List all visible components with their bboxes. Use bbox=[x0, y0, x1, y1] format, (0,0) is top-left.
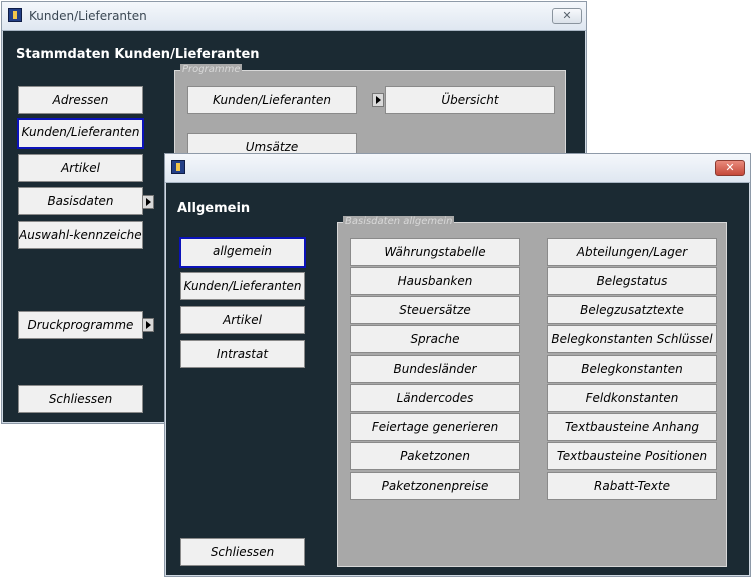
title-bar[interactable]: Kunden/Lieferanten ✕ bbox=[2, 2, 586, 31]
schliessen-button[interactable]: Schliessen bbox=[180, 538, 305, 566]
adressen-button[interactable]: Adressen bbox=[18, 86, 143, 114]
belegzusatztexte-button[interactable]: Belegzusatztexte bbox=[547, 296, 717, 324]
waehrungstabelle-button[interactable]: Währungstabelle bbox=[350, 238, 520, 266]
section-title: Allgemein bbox=[177, 201, 251, 216]
bundeslaender-button[interactable]: Bundesländer bbox=[350, 355, 520, 383]
textbausteine-positionen-button[interactable]: Textbausteine Positionen bbox=[547, 442, 717, 470]
laendercodes-button[interactable]: Ländercodes bbox=[350, 384, 520, 412]
allgemein-button[interactable]: allgemein bbox=[179, 237, 306, 268]
textbausteine-anhang-button[interactable]: Textbausteine Anhang bbox=[547, 413, 717, 441]
page-title: Stammdaten Kunden/Lieferanten bbox=[16, 47, 260, 62]
druckprogramme-submenu-arrow-icon[interactable] bbox=[142, 318, 154, 332]
schliessen-button[interactable]: Schliessen bbox=[18, 385, 143, 413]
feiertage-generieren-button[interactable]: Feiertage generieren bbox=[350, 413, 520, 441]
artikel-button[interactable]: Artikel bbox=[18, 154, 143, 182]
abteilungen-lager-button[interactable]: Abteilungen/Lager bbox=[547, 238, 717, 266]
feldkonstanten-button[interactable]: Feldkonstanten bbox=[547, 384, 717, 412]
intrastat-button[interactable]: Intrastat bbox=[180, 340, 305, 368]
window-title: Kunden/Lieferanten bbox=[29, 9, 147, 23]
app-icon bbox=[8, 8, 22, 22]
belegkonstanten-button[interactable]: Belegkonstanten bbox=[547, 355, 717, 383]
belegkonstanten-schluessel-button[interactable]: Belegkonstanten Schlüssel bbox=[547, 325, 717, 353]
close-button[interactable]: ✕ bbox=[715, 160, 745, 176]
rabatt-texte-button[interactable]: Rabatt-Texte bbox=[547, 472, 717, 500]
steuersaetze-button[interactable]: Steuersätze bbox=[350, 296, 520, 324]
close-button[interactable]: ✕ bbox=[552, 8, 582, 24]
basisdaten-submenu-arrow-icon[interactable] bbox=[142, 195, 154, 209]
hausbanken-button[interactable]: Hausbanken bbox=[350, 267, 520, 295]
kunden-lieferanten-button[interactable]: Kunden/Lieferanten bbox=[180, 272, 305, 300]
paketzonen-button[interactable]: Paketzonen bbox=[350, 442, 520, 470]
paketzonenpreise-button[interactable]: Paketzonenpreise bbox=[350, 472, 520, 500]
belegstatus-button[interactable]: Belegstatus bbox=[547, 267, 717, 295]
basisdaten-button[interactable]: Basisdaten bbox=[18, 187, 143, 215]
druckprogramme-button[interactable]: Druckprogramme bbox=[18, 311, 143, 339]
auswahl-kennzeichen-button[interactable]: Auswahl-kennzeichen bbox=[18, 221, 143, 249]
sprache-button[interactable]: Sprache bbox=[350, 325, 520, 353]
allgemein-window: ✕ Allgemein allgemein Kunden/Lieferanten… bbox=[164, 153, 751, 577]
group-label: Basisdaten allgemein bbox=[343, 216, 455, 227]
group-label: Programme bbox=[180, 64, 243, 75]
kunden-lieferanten-button[interactable]: Kunden/Lieferanten bbox=[17, 118, 144, 149]
app-icon bbox=[171, 160, 185, 174]
title-bar[interactable]: ✕ bbox=[165, 154, 750, 183]
program-kunden-lieferanten-button[interactable]: Kunden/Lieferanten bbox=[187, 86, 357, 114]
uebersicht-button[interactable]: Übersicht bbox=[385, 86, 555, 114]
program-submenu-arrow-icon[interactable] bbox=[372, 93, 384, 107]
artikel-button[interactable]: Artikel bbox=[180, 306, 305, 334]
